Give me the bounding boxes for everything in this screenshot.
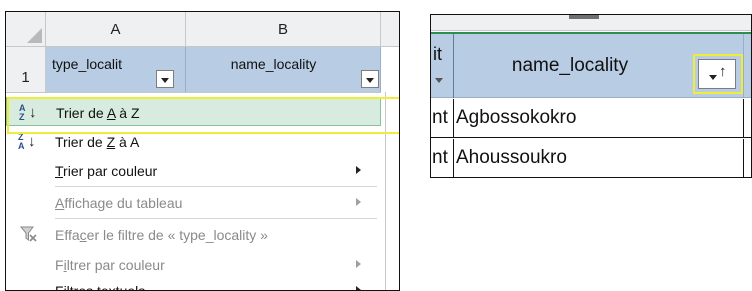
chevron-down-icon — [366, 78, 374, 83]
highlight-box — [7, 97, 399, 134]
menu-divider — [55, 218, 377, 219]
select-all-corner[interactable] — [6, 12, 46, 47]
menu-item-label: Filtres textuels — [55, 283, 146, 291]
menu-item-clear-filter[interactable]: Effacer le filtre de « type_locality » — [6, 220, 381, 249]
header-cell-name-locality[interactable]: name_locality — [186, 47, 381, 92]
table-row[interactable]: nt Ahoussoukro — [431, 139, 751, 177]
excel-filter-panel: A B 1 type_localit name_locality A Z ↓ Tri… — [5, 11, 400, 291]
highlight-box — [693, 54, 743, 94]
sort-z-to-a-icon: Z A ↓ — [18, 132, 36, 151]
submenu-arrow-icon — [356, 198, 361, 206]
filter-dropdown-button[interactable] — [156, 70, 174, 88]
select-all-triangle-icon — [27, 28, 42, 43]
submenu-arrow-icon — [356, 286, 361, 290]
menu-item-sort-by-color[interactable]: Trier par couleur — [6, 156, 381, 185]
header-cell-fragment: it — [433, 44, 442, 64]
type-locality-cell[interactable]: nt — [431, 99, 454, 137]
column-header-marker — [569, 15, 599, 19]
header-cell-type-locality[interactable]: it — [431, 34, 454, 98]
menu-item-text-filters[interactable]: Filtres textuels — [6, 276, 381, 291]
menu-item-label: Trier de Z à A — [55, 134, 140, 150]
sorted-column-panel: it name_locality ↑ nt Agbossokokro nt Ah… — [430, 14, 752, 178]
table-row[interactable]: nt Agbossokokro — [431, 99, 751, 138]
column-header-strip — [431, 15, 751, 31]
next-column-cell[interactable] — [743, 139, 751, 177]
menu-item-table-view[interactable]: Affichage du tableau — [6, 188, 381, 217]
menu-item-label: Effacer le filtre de « type_locality » — [55, 227, 268, 243]
column-header-c[interactable] — [381, 12, 399, 47]
menu-item-label: Affichage du tableau — [55, 195, 183, 211]
chevron-down-icon — [161, 78, 169, 83]
row-header-1[interactable]: 1 — [6, 47, 46, 92]
header-cell-label: type_localit — [52, 56, 123, 72]
clear-filter-icon — [20, 226, 37, 242]
filter-dropdown-button[interactable] — [361, 70, 379, 88]
name-locality-cell[interactable]: Agbossokokro — [456, 99, 576, 137]
menu-item-filter-by-color[interactable]: Filtrer par couleur — [6, 250, 381, 279]
column-header-a[interactable]: A — [46, 12, 186, 47]
submenu-arrow-icon — [356, 166, 361, 174]
menu-item-label: Trier par couleur — [55, 163, 158, 179]
menu-item-label: Filtrer par couleur — [55, 257, 165, 273]
column-header-b[interactable]: B — [186, 12, 381, 47]
menu-divider — [55, 186, 377, 187]
chevron-down-icon — [435, 78, 443, 83]
next-column-cell[interactable] — [743, 99, 751, 137]
header-row: it name_locality ↑ — [431, 32, 751, 98]
submenu-arrow-icon — [356, 260, 361, 268]
type-locality-cell[interactable]: nt — [431, 139, 454, 177]
next-column-cell — [743, 34, 751, 98]
name-locality-cell[interactable]: Ahoussoukro — [456, 139, 567, 177]
header-cell-label: name_locality — [230, 56, 317, 72]
